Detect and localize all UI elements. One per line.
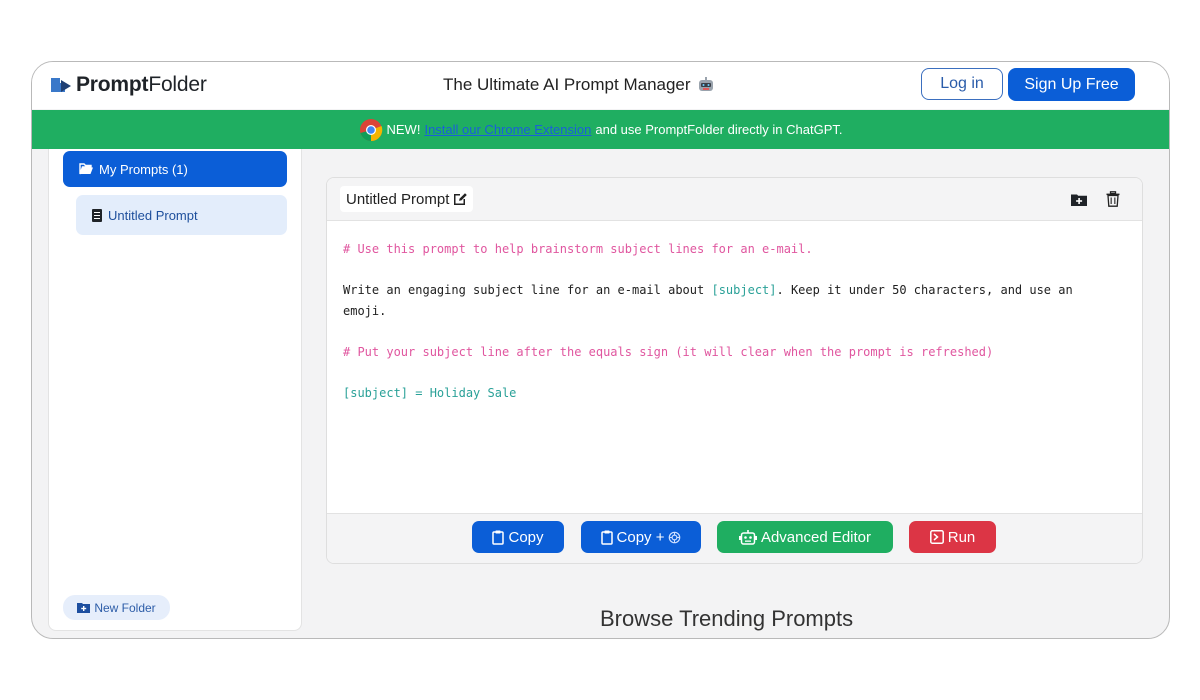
banner-text: and use PromptFolder directly in ChatGPT… (595, 122, 843, 137)
edit-icon[interactable] (452, 191, 468, 207)
folder-my-prompts[interactable]: My Prompts (1) (63, 151, 287, 187)
new-folder-label: New Folder (94, 600, 156, 615)
comment-line-2: # Put your subject line after the equals… (343, 344, 994, 359)
tagline-text: The Ultimate AI Prompt Manager (443, 75, 691, 94)
copy-label: Copy (508, 528, 544, 546)
sidebar: My Prompts (1) Untitled Prompt New Folde… (48, 149, 302, 631)
card-header-actions (1068, 188, 1124, 210)
sidebar-prompt-item[interactable]: Untitled Prompt (76, 195, 287, 235)
chrome-extension-banner: NEW! Install our Chrome Extension and us… (32, 110, 1169, 149)
copy-plus-label: Copy + (616, 528, 665, 546)
prompt-title-text: Untitled Prompt (346, 190, 450, 208)
prompt-text-editor[interactable]: # Use this prompt to help brainstorm sub… (343, 239, 1123, 403)
variable-assignment-line: [subject] = Holiday Sale (343, 385, 517, 400)
login-button[interactable]: Log in (921, 68, 1003, 100)
folder-arrow-logo-icon (51, 78, 71, 92)
new-label: NEW! (386, 122, 421, 137)
move-to-folder-icon[interactable] (1068, 188, 1090, 210)
chrome-logo-icon (359, 118, 382, 141)
prompt-title[interactable]: Untitled Prompt (340, 186, 474, 212)
robot-emoji-icon (698, 77, 713, 91)
browse-trending-heading: Browse Trending Prompts (600, 606, 854, 631)
folder-open-icon (79, 163, 93, 175)
advanced-editor-label: Advanced Editor (760, 528, 872, 546)
prompt-body-line-2: emoji. (343, 303, 387, 318)
clipboard-icon (600, 530, 613, 545)
install-extension-link[interactable]: Install our Chrome Extension (424, 122, 591, 137)
copy-to-chatgpt-button[interactable]: Copy + (581, 521, 701, 553)
terminal-icon (929, 530, 944, 544)
prompt-editor-card: Untitled Prompt # Use this prompt to hel… (326, 177, 1143, 564)
prompt-body-line: Write an engaging subject line for an e-… (343, 283, 1073, 297)
advanced-editor-button[interactable]: Advanced Editor (717, 521, 893, 553)
top-navbar: PromptFolder The Ultimate AI Prompt Mana… (32, 62, 1169, 109)
card-header: Untitled Prompt (327, 178, 1142, 221)
trash-icon[interactable] (1102, 188, 1124, 210)
clipboard-icon (492, 530, 505, 545)
new-folder-button[interactable]: New Folder (63, 595, 170, 620)
robot-icon (738, 529, 757, 545)
folder-plus-icon (77, 603, 91, 613)
run-label: Run (947, 528, 976, 546)
tagline: The Ultimate AI Prompt Manager (443, 75, 715, 95)
logo-text: PromptFolder (76, 73, 207, 96)
prompt-item-label: Untitled Prompt (108, 207, 198, 223)
trash-can-icon (1106, 191, 1120, 207)
openai-logo-icon (669, 531, 681, 543)
signup-button[interactable]: Sign Up Free (1008, 68, 1135, 101)
folder-label: My Prompts (1) (99, 161, 188, 177)
card-footer: Copy Copy + Advanced Editor Run (327, 513, 1142, 563)
document-icon (92, 208, 102, 222)
app-window: PromptFolder The Ultimate AI Prompt Mana… (31, 61, 1170, 639)
comment-line: # Use this prompt to help brainstorm sub… (343, 242, 813, 256)
copy-button[interactable]: Copy (472, 521, 564, 553)
run-button[interactable]: Run (909, 521, 996, 553)
logo[interactable]: PromptFolder (50, 72, 207, 98)
folder-plus-icon (1071, 194, 1087, 206)
variable-token: [subject] (711, 283, 777, 297)
